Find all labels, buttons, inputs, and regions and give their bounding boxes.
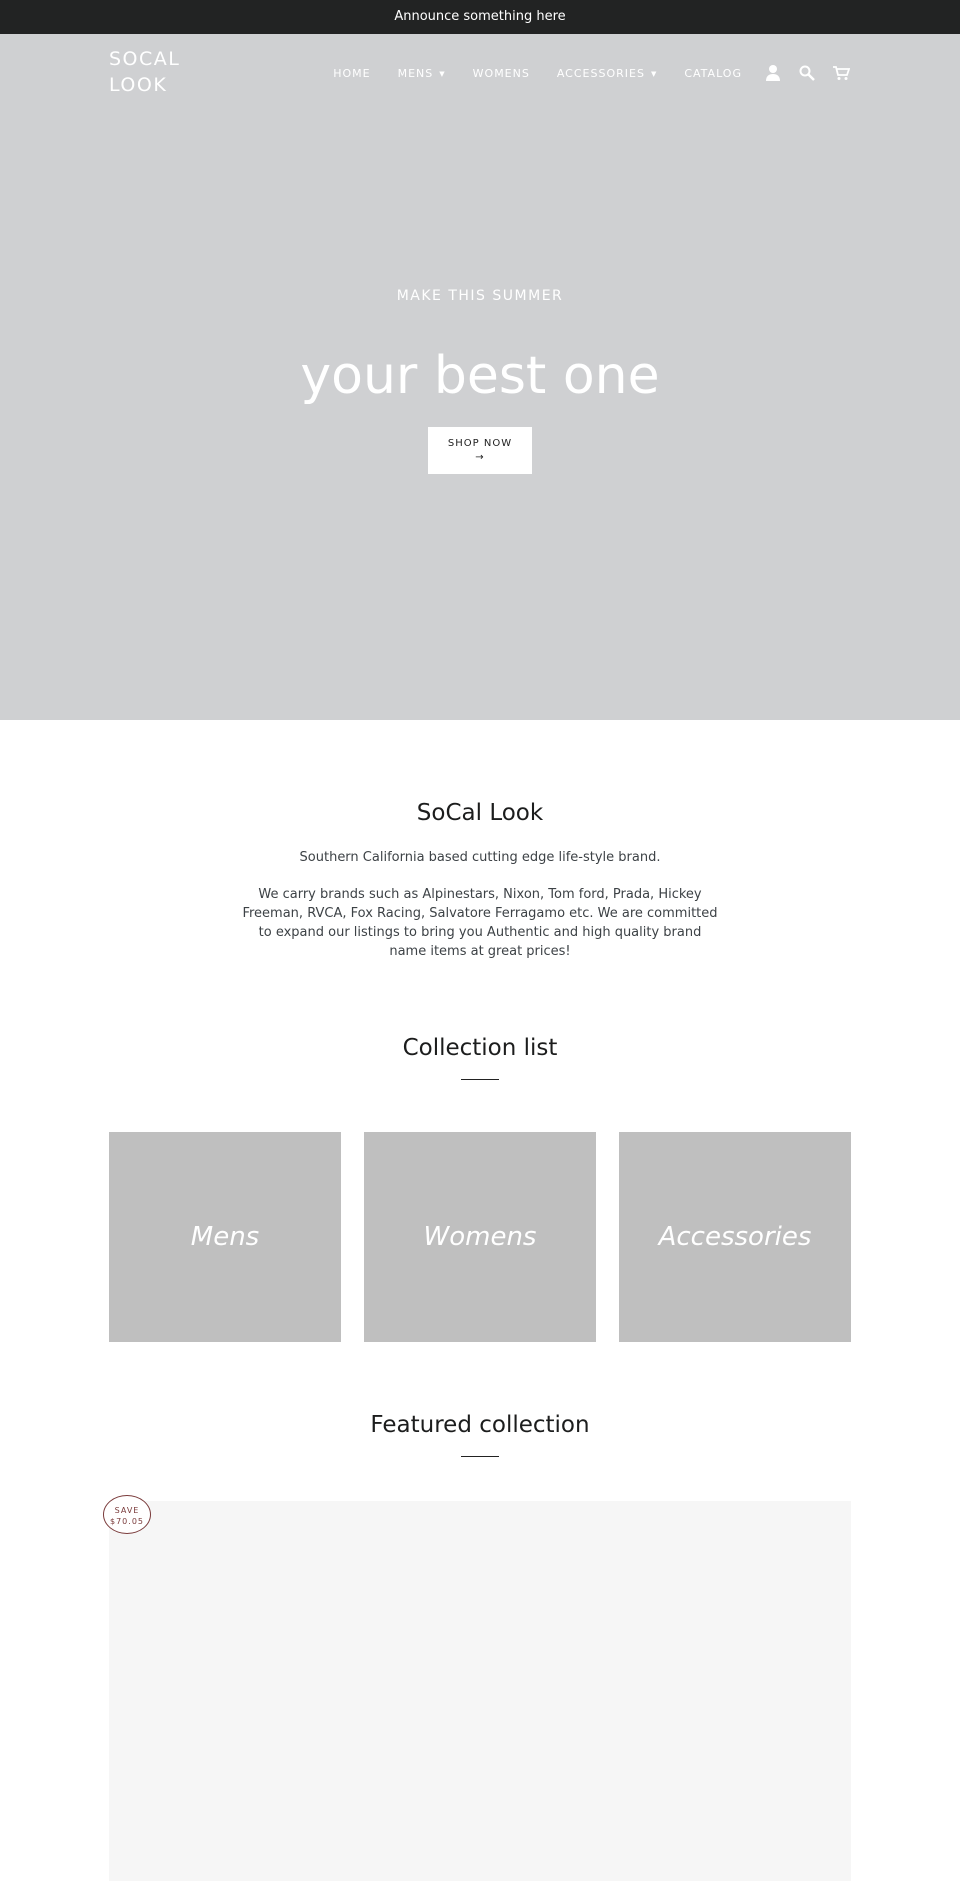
caret-down-icon: ▼: [650, 69, 658, 78]
nav-label: ACCESSORIES: [556, 66, 645, 80]
featured-title: Featured collection: [370, 1412, 590, 1438]
search-icon[interactable]: [798, 64, 816, 82]
logo[interactable]: SOCAL LOOK: [109, 46, 180, 98]
about-section: SoCal Look Southern California based cut…: [0, 800, 960, 961]
arrow-right-icon: →: [475, 452, 485, 463]
badge-value: $70.05: [110, 1517, 144, 1526]
main-nav: HOME MENS ▼ WOMENS ACCESSORIES ▼ CATALOG: [306, 64, 850, 82]
featured-product-image[interactable]: [109, 1501, 851, 1881]
slide-dots: [0, 733, 960, 752]
collection-womens[interactable]: Womens: [364, 1132, 596, 1342]
badge-label: SAVE: [114, 1506, 140, 1515]
collection-grid: Mens Womens Accessories: [109, 1132, 851, 1342]
about-text: We carry brands such as Alpinestars, Nix…: [242, 887, 718, 959]
button-label: SHOP NOW: [447, 438, 513, 449]
nav-womens[interactable]: WOMENS: [473, 67, 530, 80]
collection-accessories[interactable]: Accessories: [619, 1132, 851, 1342]
divider: [461, 1456, 499, 1457]
collection-list-title: Collection list: [402, 1035, 558, 1061]
account-icon[interactable]: [764, 64, 782, 82]
about-text: Southern California based cutting edge l…: [299, 850, 661, 865]
nav-label: MENS: [397, 66, 434, 80]
caret-down-icon: ▼: [439, 69, 446, 78]
logo-line: LOOK: [109, 74, 168, 96]
announcement-bar: Announce something here: [0, 0, 960, 34]
slide-dot-2[interactable]: [483, 739, 492, 748]
nav-mens[interactable]: MENS ▼: [398, 67, 446, 80]
hero-slideshow: SOCAL LOOK HOME MENS ▼ WOMENS ACCESSORIES ▼…: [0, 34, 960, 748]
nav-home[interactable]: HOME: [333, 67, 370, 80]
collection-mens[interactable]: Mens: [109, 1132, 341, 1342]
slide-dot-1[interactable]: [468, 739, 477, 748]
nav-catalog[interactable]: CATALOG: [684, 67, 742, 80]
shop-now-button[interactable]: SHOP NOW →: [428, 427, 532, 474]
sale-badge: SAVE $70.05: [103, 1495, 151, 1534]
nav-accessories[interactable]: ACCESSORIES ▼: [557, 67, 657, 80]
divider: [461, 1079, 499, 1080]
cart-icon[interactable]: [832, 64, 850, 82]
hero-title: your best one: [300, 346, 660, 406]
logo-line: SOCAL: [109, 48, 181, 70]
hero-subtitle: MAKE THIS SUMMER: [396, 288, 564, 304]
about-title: SoCal Look: [416, 800, 544, 826]
